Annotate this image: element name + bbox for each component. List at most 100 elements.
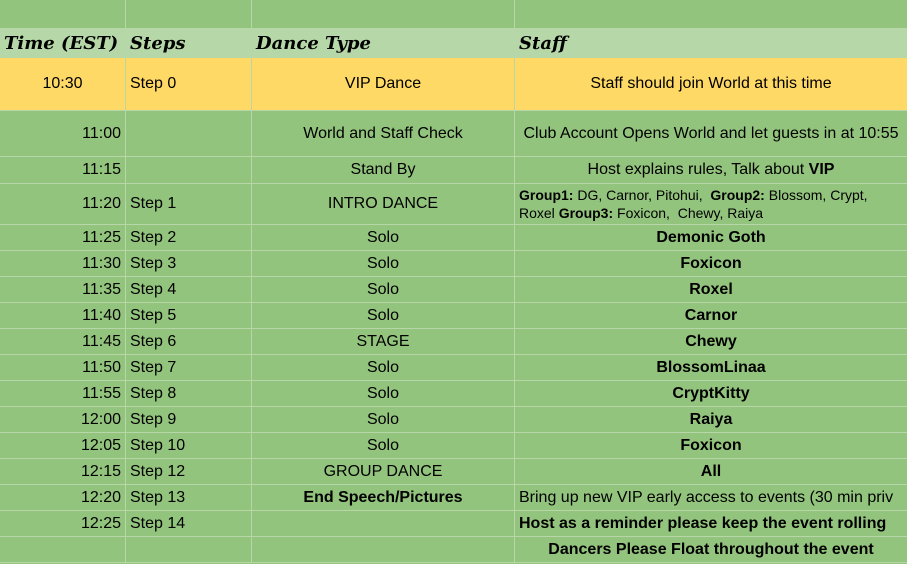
table-row: 12:05 Step 10 Solo Foxicon xyxy=(0,433,907,459)
staff-cell[interactable]: CryptKitty xyxy=(515,381,907,406)
step-cell[interactable]: Step 14 xyxy=(126,511,252,536)
header-row: Time (EST) Steps Dance Type Staff xyxy=(0,29,907,58)
table-row: 10:30 Step 0 VIP Dance Staff should join… xyxy=(0,58,907,111)
time-cell[interactable]: 10:30 xyxy=(0,58,126,110)
time-cell[interactable]: 12:20 xyxy=(0,485,126,510)
table-row: 12:15 Step 12 GROUP DANCE All xyxy=(0,459,907,485)
step-cell[interactable] xyxy=(126,537,252,562)
dance-cell[interactable] xyxy=(252,537,515,562)
staff-cell[interactable]: Bring up new VIP early access to events … xyxy=(515,485,907,510)
header-time[interactable]: Time (EST) xyxy=(0,29,126,57)
step-cell[interactable]: Step 13 xyxy=(126,485,252,510)
staff-cell[interactable]: Host explains rules, Talk about VIP xyxy=(515,157,907,183)
dance-cell[interactable]: Solo xyxy=(252,355,515,380)
time-cell[interactable]: 11:20 xyxy=(0,184,126,224)
time-cell[interactable]: 11:30 xyxy=(0,251,126,276)
time-cell[interactable]: 12:25 xyxy=(0,511,126,536)
time-cell[interactable]: 12:00 xyxy=(0,407,126,432)
staff-cell[interactable]: Foxicon xyxy=(515,251,907,276)
group1-label: Group1: xyxy=(519,187,574,203)
staff-cell[interactable]: Staff should join World at this time xyxy=(515,58,907,110)
group3-label: Group3: xyxy=(558,205,614,221)
step-cell[interactable]: Step 4 xyxy=(126,277,252,302)
dance-cell[interactable]: World and Staff Check xyxy=(252,111,515,156)
dance-cell[interactable] xyxy=(252,511,515,536)
dance-cell[interactable]: GROUP DANCE xyxy=(252,459,515,484)
table-row: 11:55 Step 8 Solo CryptKitty xyxy=(0,381,907,407)
step-cell[interactable]: Step 10 xyxy=(126,433,252,458)
table-row: 11:45 Step 6 STAGE Chewy xyxy=(0,329,907,355)
dance-cell[interactable]: Solo xyxy=(252,303,515,328)
step-cell[interactable]: Step 12 xyxy=(126,459,252,484)
time-cell[interactable]: 11:35 xyxy=(0,277,126,302)
dance-cell[interactable]: Solo xyxy=(252,251,515,276)
cell[interactable] xyxy=(0,0,126,28)
step-cell[interactable]: Step 5 xyxy=(126,303,252,328)
staff-cell[interactable]: Carnor xyxy=(515,303,907,328)
dance-cell[interactable]: End Speech/Pictures xyxy=(252,485,515,510)
dance-cell[interactable]: Solo xyxy=(252,407,515,432)
time-cell[interactable]: 12:05 xyxy=(0,433,126,458)
time-cell[interactable]: 11:50 xyxy=(0,355,126,380)
staff-cell[interactable]: Demonic Goth xyxy=(515,225,907,250)
table-row: 11:50 Step 7 Solo BlossomLinaa xyxy=(0,355,907,381)
staff-cell[interactable]: Group1: DG, Carnor, Pitohui, Group2: Blo… xyxy=(515,184,907,224)
table-row: 11:35 Step 4 Solo Roxel xyxy=(0,277,907,303)
step-cell[interactable]: Step 9 xyxy=(126,407,252,432)
staff-vip: VIP xyxy=(808,161,835,178)
table-row: 11:15 Stand By Host explains rules, Talk… xyxy=(0,157,907,184)
dance-cell[interactable]: STAGE xyxy=(252,329,515,354)
table-row: 11:25 Step 2 Solo Demonic Goth xyxy=(0,225,907,251)
step-cell[interactable]: Step 7 xyxy=(126,355,252,380)
cell[interactable] xyxy=(515,0,907,28)
step-cell[interactable]: Step 0 xyxy=(126,58,252,110)
time-cell[interactable]: 11:45 xyxy=(0,329,126,354)
table-row: Dancers Please Float throughout the even… xyxy=(0,537,907,563)
staff-cell[interactable]: Raiya xyxy=(515,407,907,432)
staff-cell[interactable]: Host as a reminder please keep the event… xyxy=(515,511,907,536)
time-cell[interactable]: 11:55 xyxy=(0,381,126,406)
step-cell[interactable]: Step 8 xyxy=(126,381,252,406)
step-cell[interactable]: Step 2 xyxy=(126,225,252,250)
group3-members: Foxicon, Chewy, Raiya xyxy=(613,205,764,221)
table-row: 12:25 Step 14 Host as a reminder please … xyxy=(0,511,907,537)
header-dance-type[interactable]: Dance Type xyxy=(252,29,515,57)
group2-label: Group2: xyxy=(710,187,765,203)
dance-cell[interactable]: Stand By xyxy=(252,157,515,183)
cell[interactable] xyxy=(126,0,252,28)
time-cell[interactable]: 11:25 xyxy=(0,225,126,250)
time-cell[interactable]: 11:40 xyxy=(0,303,126,328)
time-cell[interactable]: 12:15 xyxy=(0,459,126,484)
step-cell[interactable]: Step 1 xyxy=(126,184,252,224)
cell[interactable] xyxy=(252,0,515,28)
dance-cell[interactable]: INTRO DANCE xyxy=(252,184,515,224)
time-cell[interactable]: 11:15 xyxy=(0,157,126,183)
staff-cell[interactable]: Foxicon xyxy=(515,433,907,458)
table-row: 11:30 Step 3 Solo Foxicon xyxy=(0,251,907,277)
time-cell[interactable]: 11:00 xyxy=(0,111,126,156)
staff-cell[interactable]: Club Account Opens World and let guests … xyxy=(515,111,907,156)
table-row: 11:40 Step 5 Solo Carnor xyxy=(0,303,907,329)
step-cell[interactable] xyxy=(126,157,252,183)
dance-cell[interactable]: Solo xyxy=(252,225,515,250)
dance-cell[interactable]: Solo xyxy=(252,277,515,302)
group1-members: DG, Carnor, Pitohui, xyxy=(573,187,711,203)
header-staff[interactable]: Staff xyxy=(515,29,907,57)
staff-cell[interactable]: All xyxy=(515,459,907,484)
dance-cell[interactable]: VIP Dance xyxy=(252,58,515,110)
step-cell[interactable] xyxy=(126,111,252,156)
staff-cell[interactable]: BlossomLinaa xyxy=(515,355,907,380)
dance-cell[interactable]: Solo xyxy=(252,433,515,458)
spreadsheet: Time (EST) Steps Dance Type Staff 10:30 … xyxy=(0,0,907,564)
table-row: 11:00 World and Staff Check Club Account… xyxy=(0,111,907,157)
table-row: 12:20 Step 13 End Speech/Pictures Bring … xyxy=(0,485,907,511)
time-cell[interactable] xyxy=(0,537,126,562)
staff-cell[interactable]: Dancers Please Float throughout the even… xyxy=(515,537,907,562)
staff-cell[interactable]: Roxel xyxy=(515,277,907,302)
table-row: 11:20 Step 1 INTRO DANCE Group1: DG, Car… xyxy=(0,184,907,225)
staff-cell[interactable]: Chewy xyxy=(515,329,907,354)
step-cell[interactable]: Step 6 xyxy=(126,329,252,354)
dance-cell[interactable]: Solo xyxy=(252,381,515,406)
header-steps[interactable]: Steps xyxy=(126,29,252,57)
step-cell[interactable]: Step 3 xyxy=(126,251,252,276)
